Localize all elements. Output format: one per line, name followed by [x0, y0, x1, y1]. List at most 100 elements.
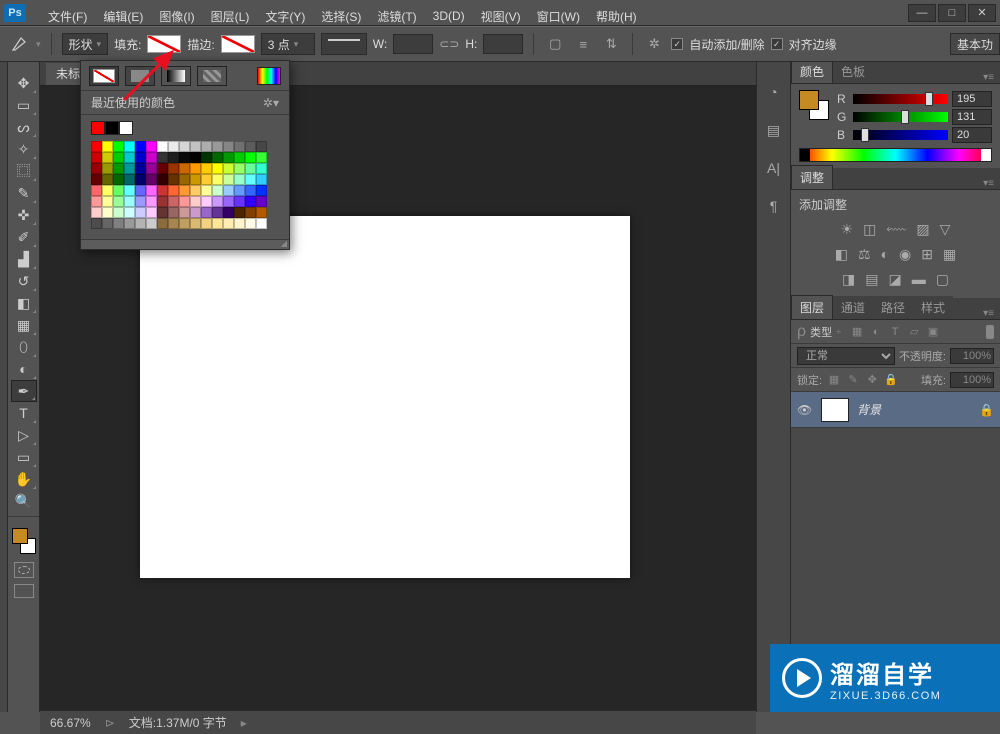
stamp-tool[interactable]: ▟ [11, 248, 37, 270]
color-swatch[interactable] [212, 152, 223, 163]
color-swatch[interactable] [113, 141, 124, 152]
color-swatch[interactable] [223, 218, 234, 229]
levels-icon[interactable]: ◫ [863, 221, 876, 238]
minimize-button[interactable]: — [908, 4, 936, 22]
color-swatch[interactable] [102, 163, 113, 174]
color-swatch[interactable] [146, 152, 157, 163]
threshold-icon[interactable]: ◪ [889, 271, 902, 288]
close-button[interactable]: ✕ [968, 4, 996, 22]
heal-tool[interactable]: ✜ [11, 204, 37, 226]
curves-icon[interactable]: ⬳ [886, 221, 906, 238]
color-swatch[interactable] [201, 152, 212, 163]
menu-file[interactable]: 文件(F) [40, 6, 95, 27]
filter-toggle[interactable] [986, 325, 994, 339]
color-swatch[interactable] [223, 141, 234, 152]
color-swatch[interactable] [168, 218, 179, 229]
color-swatch[interactable] [223, 196, 234, 207]
color-swatch[interactable] [146, 207, 157, 218]
selectivecolor-icon[interactable]: ▢ [936, 271, 949, 288]
color-swatch[interactable] [245, 207, 256, 218]
color-swatch[interactable] [179, 185, 190, 196]
fill-solid-button[interactable] [125, 66, 155, 86]
photofilter-icon[interactable]: ◉ [899, 246, 911, 263]
lasso-tool[interactable]: ᔕ [11, 116, 37, 138]
color-swatch[interactable] [201, 174, 212, 185]
color-swatch[interactable] [91, 152, 102, 163]
color-swatch[interactable] [223, 185, 234, 196]
color-swatch[interactable] [168, 207, 179, 218]
color-swatch[interactable] [157, 152, 168, 163]
path-select-tool[interactable]: ▷ [11, 424, 37, 446]
color-swatch[interactable] [256, 141, 267, 152]
color-swatch[interactable] [212, 196, 223, 207]
stroke-width-select[interactable]: 3 点 [261, 33, 315, 55]
color-swatch[interactable] [190, 174, 201, 185]
opacity-input[interactable]: 100% [950, 348, 994, 364]
color-swatch[interactable] [256, 174, 267, 185]
hue-icon[interactable]: ◧ [835, 246, 848, 263]
r-slider[interactable] [853, 94, 948, 104]
swatch-settings-icon[interactable]: ✲▾ [263, 96, 279, 110]
brightness-icon[interactable]: ☀ [841, 221, 854, 238]
color-swatch[interactable] [168, 141, 179, 152]
color-swatch[interactable] [124, 141, 135, 152]
align-edges-checkbox[interactable]: ✓ [771, 38, 783, 50]
styles-tab[interactable]: 样式 [913, 296, 953, 319]
color-swatch[interactable] [157, 185, 168, 196]
type-tool[interactable]: T [11, 402, 37, 424]
color-swatch[interactable] [190, 141, 201, 152]
color-swatch[interactable] [190, 196, 201, 207]
color-swatch[interactable] [245, 141, 256, 152]
gradient-tool[interactable]: ▦ [11, 314, 37, 336]
recent-swatch[interactable] [91, 121, 105, 135]
vibrance-icon[interactable]: ▽ [940, 221, 951, 238]
adjustments-tab[interactable]: 调整 [791, 165, 833, 189]
color-swatch[interactable] [245, 174, 256, 185]
history-panel-icon[interactable]: ◔ [762, 80, 786, 104]
lock-trans-icon[interactable]: ▦ [826, 372, 842, 388]
popup-resize-grip[interactable] [81, 239, 289, 249]
fill-opacity-input[interactable]: 100% [950, 372, 994, 388]
color-swatch[interactable] [113, 174, 124, 185]
pen-tool-icon[interactable] [8, 33, 30, 55]
g-slider[interactable] [853, 112, 948, 122]
align-icon[interactable]: ≡ [572, 33, 594, 55]
colorlookup-icon[interactable]: ▦ [943, 246, 956, 263]
properties-panel-icon[interactable]: ▤ [762, 118, 786, 142]
move-tool[interactable]: ✥ [11, 72, 37, 94]
color-swatch[interactable] [168, 152, 179, 163]
menu-select[interactable]: 选择(S) [313, 6, 369, 27]
color-swatch[interactable] [157, 141, 168, 152]
wand-tool[interactable]: ✧ [11, 138, 37, 160]
adjustments-menu[interactable]: ▾≡ [977, 178, 1000, 189]
color-swatch[interactable] [168, 196, 179, 207]
layer-visibility-icon[interactable]: 👁 [797, 403, 813, 417]
color-swatch[interactable] [91, 207, 102, 218]
color-swatch[interactable] [212, 185, 223, 196]
maximize-button[interactable]: □ [938, 4, 966, 22]
color-swatch[interactable] [102, 207, 113, 218]
color-swatch[interactable] [179, 174, 190, 185]
color-swatch[interactable] [157, 207, 168, 218]
color-swatch[interactable] [234, 174, 245, 185]
color-swatch[interactable] [124, 152, 135, 163]
color-swatch[interactable] [91, 218, 102, 229]
bw-icon[interactable]: ◐ [881, 246, 889, 263]
filter-type-icon[interactable]: T [887, 324, 903, 340]
eraser-tool[interactable]: ◧ [11, 292, 37, 314]
color-swatch[interactable] [256, 218, 267, 229]
color-swatch[interactable] [157, 218, 168, 229]
color-swatch[interactable] [113, 163, 124, 174]
filter-smart-icon[interactable]: ▣ [925, 324, 941, 340]
color-swatch[interactable] [157, 163, 168, 174]
fg-color-swatch[interactable] [12, 528, 28, 544]
color-swatch[interactable] [223, 152, 234, 163]
pen-tool[interactable]: ✒ [11, 380, 37, 402]
spectrum-bar[interactable] [799, 148, 992, 162]
color-swatch[interactable] [135, 185, 146, 196]
color-swatch[interactable] [135, 207, 146, 218]
color-swatch[interactable] [201, 185, 212, 196]
color-swatch[interactable] [234, 163, 245, 174]
color-swatch[interactable] [201, 163, 212, 174]
color-swatch[interactable] [223, 163, 234, 174]
